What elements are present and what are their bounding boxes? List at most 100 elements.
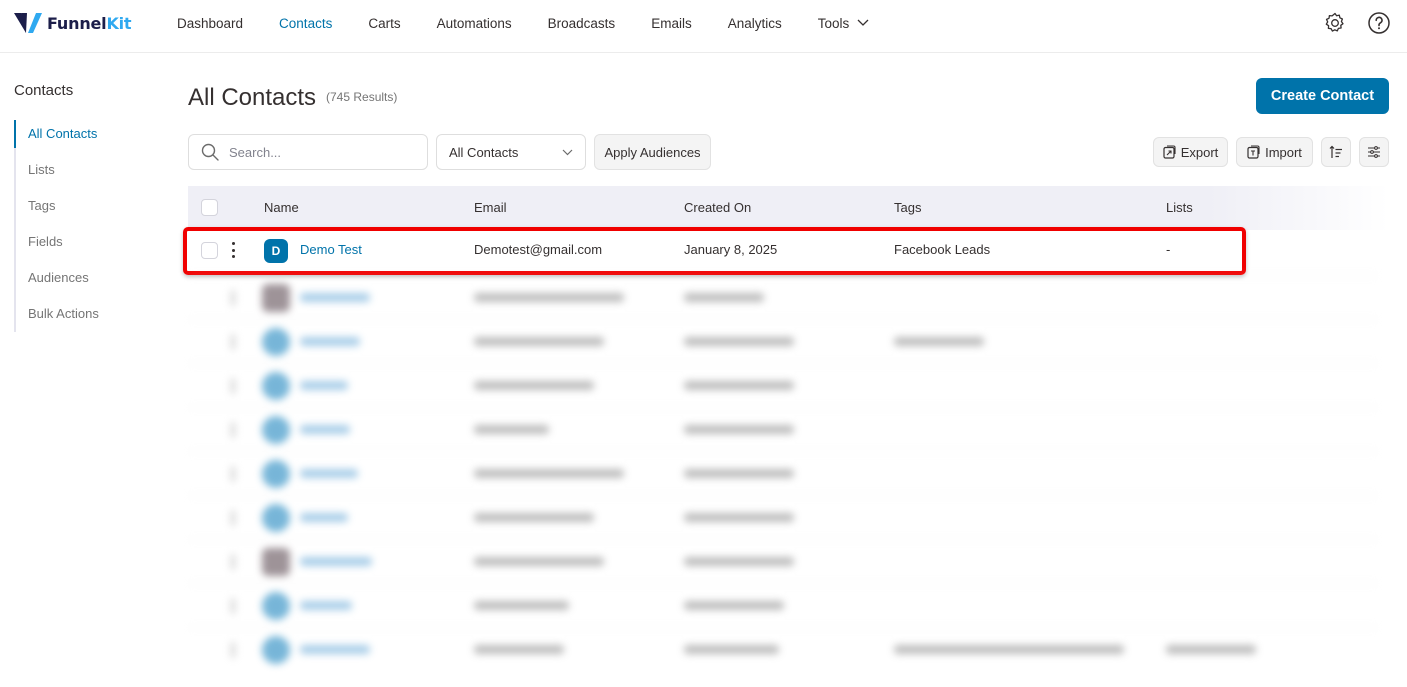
sort-button[interactable] [1321,137,1351,167]
nav-tools[interactable]: Tools [818,16,870,31]
avatar: D [264,239,288,263]
row-checkbox[interactable] [201,242,218,259]
obscured-text [894,645,1124,654]
sidebar-item-lists[interactable]: Lists [14,152,164,188]
export-button[interactable]: Export [1153,137,1228,167]
top-navigation-bar: FunnelKit Dashboard Contacts Carts Autom… [0,0,1407,53]
obscured-text [684,469,794,478]
obscured-text [474,469,624,478]
export-icon [1163,145,1176,159]
import-button[interactable]: Import [1236,137,1313,167]
blurred-table-row [188,319,1378,363]
row-actions-menu-icon[interactable] [229,242,237,258]
obscured-text [300,381,348,390]
contact-tags: Facebook Leads [894,242,991,257]
funnelkit-logo[interactable]: FunnelKit [14,12,132,34]
table-header: Name Email Created On Tags Lists [188,186,1389,230]
obscured-text [231,642,235,658]
avatar [262,548,290,576]
main-nav: Dashboard Contacts Carts Automations Bro… [177,0,905,46]
nav-automations[interactable]: Automations [437,16,512,31]
column-header-lists[interactable]: Lists [1166,186,1193,230]
apply-audiences-button[interactable]: Apply Audiences [594,134,711,170]
column-header-created-on[interactable]: Created On [684,186,751,230]
page-title: All Contacts [188,84,317,111]
sidebar-item-tags[interactable]: Tags [14,188,164,224]
nav-analytics[interactable]: Analytics [728,16,782,31]
obscured-text [300,557,372,566]
sidebar-item-bulk-actions[interactable]: Bulk Actions [14,296,164,332]
avatar [262,328,290,356]
obscured-text [474,381,594,390]
brand-name: FunnelKit [47,13,132,33]
obscured-text [300,645,370,654]
import-label: Import [1265,144,1302,160]
obscured-text [474,513,594,522]
blurred-table-row [188,495,1378,539]
avatar [262,504,290,532]
sidebar-item-all-contacts[interactable]: All Contacts [14,120,164,148]
help-icon[interactable] [1367,11,1391,35]
sliders-icon [1368,146,1380,158]
obscured-text [474,425,549,434]
obscured-text [684,293,764,302]
contact-name-link[interactable]: Demo Test [300,230,362,270]
table-row[interactable]: D Demo Test Demotest@gmail.com January 8… [188,230,1378,274]
select-all-checkbox[interactable] [201,199,218,216]
obscured-text [300,601,352,610]
obscured-text [231,554,235,570]
obscured-text [684,645,779,654]
avatar [262,460,290,488]
nav-tools-label: Tools [817,15,850,31]
blurred-table-row [188,583,1378,627]
obscured-text [684,337,794,346]
blurred-contact-rows [188,275,1378,687]
search-input[interactable] [229,144,409,160]
contacts-sidebar: Contacts All Contacts Lists Tags Fields … [14,80,164,332]
avatar [262,416,290,444]
obscured-text [231,598,235,614]
obscured-text [684,381,794,390]
results-count: (745 Results) [326,90,398,104]
blurred-table-row [188,539,1378,583]
obscured-text [231,378,235,394]
sidebar-item-fields[interactable]: Fields [14,224,164,260]
avatar [262,372,290,400]
nav-dashboard[interactable]: Dashboard [177,16,243,31]
column-header-name[interactable]: Name [264,186,299,230]
obscured-text [894,337,984,346]
obscured-text [231,334,235,350]
obscured-text [474,293,624,302]
column-header-email[interactable]: Email [474,186,507,230]
obscured-text [300,513,348,522]
contacts-filter-select[interactable]: All Contacts [436,134,586,170]
nav-contacts[interactable]: Contacts [279,16,332,31]
blurred-table-row [188,451,1378,495]
obscured-text [300,469,358,478]
gear-icon[interactable] [1323,11,1347,35]
obscured-text [231,510,235,526]
blurred-table-row [188,627,1378,671]
column-settings-button[interactable] [1359,137,1389,167]
blurred-table-row [188,363,1378,407]
column-header-tags[interactable]: Tags [894,186,921,230]
import-icon [1247,145,1260,159]
obscured-text [684,513,794,522]
avatar [262,284,290,312]
nav-broadcasts[interactable]: Broadcasts [548,16,616,31]
top-icons [1323,11,1391,35]
contact-lists: - [1166,242,1171,257]
export-label: Export [1180,144,1219,160]
obscured-text [1166,645,1256,654]
search-field[interactable] [188,134,428,170]
obscured-text [684,601,784,610]
nav-emails[interactable]: Emails [651,16,692,31]
nav-carts[interactable]: Carts [368,16,400,31]
obscured-text [474,645,564,654]
chevron-down-icon [562,149,573,155]
create-contact-button[interactable]: Create Contact [1256,78,1389,114]
funnelkit-logo-icon [14,13,42,33]
avatar [262,592,290,620]
obscured-text [300,337,360,346]
sidebar-item-audiences[interactable]: Audiences [14,260,164,296]
